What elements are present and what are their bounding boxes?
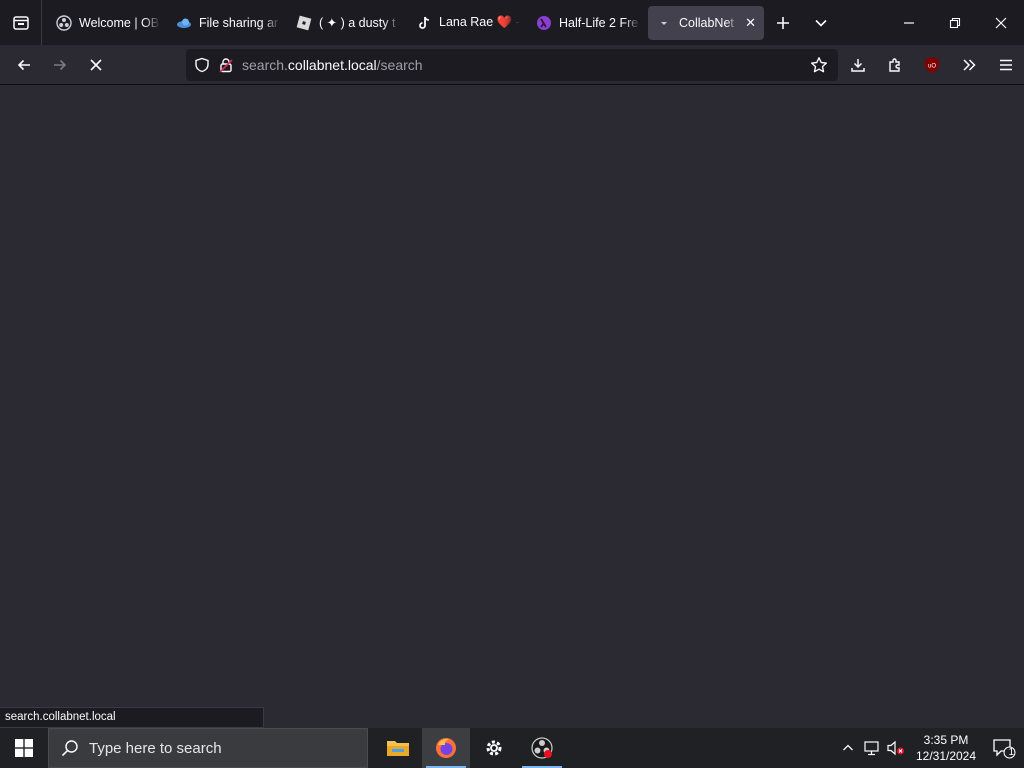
obs-icon — [56, 14, 72, 31]
app-menu-button[interactable] — [987, 45, 1024, 85]
tab-title: ( ✦ ) a dusty t — [319, 16, 396, 30]
puzzle-icon — [888, 58, 900, 72]
tab-strip: Welcome | OB File sharing ar ( ✦ ) a dus… — [0, 0, 1024, 45]
close-window-button[interactable] — [978, 0, 1024, 45]
link-status-panel: search.collabnet.local — [0, 707, 264, 728]
taskbar-app-obs[interactable] — [518, 728, 566, 768]
clock-time: 3:35 PM — [923, 733, 969, 747]
taskbar-app-settings[interactable] — [470, 728, 518, 768]
address-bar[interactable]: search.collabnet.local/search — [186, 49, 838, 81]
new-tab-button[interactable] — [764, 0, 802, 45]
close-tab-icon[interactable]: ✕ — [745, 15, 756, 31]
bookmark-star-button[interactable] — [810, 56, 828, 77]
stop-icon — [90, 58, 102, 71]
show-hidden-icons-button[interactable] — [836, 728, 860, 768]
svg-text:uO: uO — [927, 64, 935, 70]
restore-icon — [949, 17, 961, 28]
tab-title: Lana Rae ❤️ - — [439, 15, 520, 29]
downloads-button[interactable] — [839, 45, 876, 85]
taskbar-app-firefox[interactable] — [422, 728, 470, 768]
tab-dusty[interactable]: ( ✦ ) a dusty t — [288, 6, 408, 40]
ublock-origin-button[interactable]: uO — [913, 45, 950, 85]
tab-collabnet[interactable]: CollabNet S ✕ — [648, 5, 764, 40]
action-center-button[interactable]: 1 — [984, 728, 1024, 768]
close-icon — [995, 17, 1007, 28]
windows-logo-icon — [15, 739, 33, 757]
star-icon — [811, 57, 827, 73]
obs-record-icon — [531, 737, 553, 759]
firefox-view-icon — [12, 15, 29, 30]
tab-half-life[interactable]: Half-Life 2 Fre — [528, 6, 648, 40]
windows-taskbar: Type here to search 3:35 PM 12/31/2024 1 — [0, 728, 1024, 768]
tab-title: Half-Life 2 Fre — [559, 15, 639, 30]
stop-button[interactable] — [78, 49, 114, 81]
list-all-tabs-button[interactable] — [802, 0, 840, 45]
tab-title: File sharing ar — [199, 15, 279, 30]
taskbar-search-box[interactable]: Type here to search — [48, 728, 368, 768]
chevron-down-icon — [815, 19, 827, 27]
volume-muted-icon — [887, 740, 904, 756]
more-tools-button[interactable] — [950, 45, 987, 85]
volume-button[interactable] — [884, 728, 908, 768]
clock-date: 12/31/2024 — [915, 749, 977, 763]
restore-button[interactable] — [932, 0, 978, 45]
window-controls — [886, 0, 1024, 45]
tab-welcome-obs[interactable]: Welcome | OB — [48, 6, 168, 40]
tab-title: CollabNet S — [679, 15, 738, 30]
ublock-icon: uO — [924, 57, 939, 73]
tab-lana-rae[interactable]: Lana Rae ❤️ - — [408, 6, 528, 40]
firefox-view-button[interactable] — [0, 0, 42, 45]
network-status-button[interactable] — [860, 728, 884, 768]
firefox-icon — [436, 738, 456, 758]
extensions-button[interactable] — [876, 45, 913, 85]
search-placeholder: Type here to search — [89, 739, 222, 757]
network-icon — [864, 741, 879, 756]
taskbar-clock[interactable]: 3:35 PM 12/31/2024 — [908, 732, 984, 764]
system-tray: 3:35 PM 12/31/2024 1 — [836, 728, 1024, 768]
roblox-icon — [296, 15, 312, 31]
cloud-icon — [176, 15, 192, 31]
url-subdomain: search. — [242, 57, 288, 73]
notification-count: 1 — [1008, 747, 1014, 758]
folder-icon — [387, 741, 409, 756]
forward-button[interactable] — [42, 49, 78, 81]
minimize-button[interactable] — [886, 0, 932, 45]
collabnet-icon — [656, 15, 672, 31]
tab-file-sharing[interactable]: File sharing ar — [168, 6, 288, 40]
shield-icon[interactable] — [194, 57, 210, 73]
plus-icon — [777, 16, 789, 29]
back-button[interactable] — [6, 49, 42, 81]
toolbar-right: uO — [839, 45, 1024, 85]
url-text[interactable]: search.collabnet.local/search — [242, 57, 423, 73]
arrow-right-icon — [54, 59, 67, 70]
half-life-icon — [536, 15, 552, 31]
page-content — [0, 86, 1024, 728]
url-path: /search — [376, 57, 423, 73]
arrow-left-icon — [17, 59, 30, 70]
start-button[interactable] — [0, 728, 48, 768]
tiktok-icon — [416, 15, 432, 31]
taskbar-app-file-explorer[interactable] — [374, 728, 422, 768]
double-chevron-right-icon — [962, 59, 976, 71]
minimize-icon — [904, 21, 914, 24]
search-icon — [61, 740, 78, 757]
url-host: collabnet.local — [287, 57, 377, 73]
screen: Welcome | OB File sharing ar ( ✦ ) a dus… — [0, 0, 1024, 768]
navigation-toolbar: search.collabnet.local/search uO — [0, 45, 1024, 85]
gear-icon — [486, 740, 502, 756]
hamburger-menu-icon — [999, 59, 1012, 71]
tab-title: Welcome | OB — [79, 15, 160, 30]
download-icon — [850, 59, 865, 72]
tab-list: Welcome | OB File sharing ar ( ✦ ) a dus… — [42, 0, 764, 45]
insecure-lock-icon[interactable] — [218, 57, 234, 73]
chevron-up-icon — [843, 744, 853, 751]
